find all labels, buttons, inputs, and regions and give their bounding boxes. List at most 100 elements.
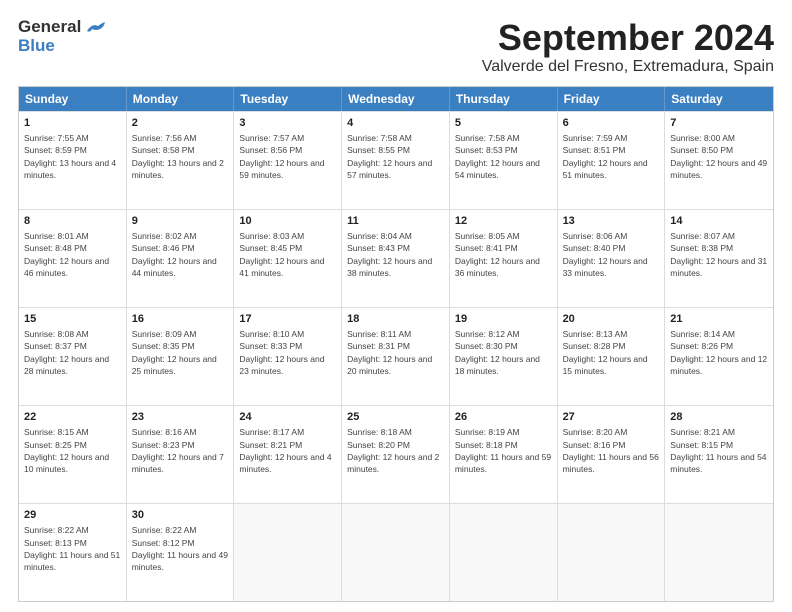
day-number: 26 xyxy=(455,410,552,425)
day-info: Sunrise: 8:15 AM Sunset: 8:25 PM Dayligh… xyxy=(24,426,121,475)
title-block: September 2024 Valverde del Fresno, Extr… xyxy=(482,18,774,76)
day-number: 3 xyxy=(239,116,336,131)
day-number: 28 xyxy=(670,410,768,425)
header-tuesday: Tuesday xyxy=(234,87,342,111)
day-number: 10 xyxy=(239,214,336,229)
day-cell: 26 Sunrise: 8:19 AM Sunset: 8:18 PM Dayl… xyxy=(450,406,558,503)
day-cell: 3 Sunrise: 7:57 AM Sunset: 8:56 PM Dayli… xyxy=(234,112,342,209)
day-cell xyxy=(450,504,558,601)
day-info: Sunrise: 8:02 AM Sunset: 8:46 PM Dayligh… xyxy=(132,230,229,279)
day-cell: 22 Sunrise: 8:15 AM Sunset: 8:25 PM Dayl… xyxy=(19,406,127,503)
day-cell: 24 Sunrise: 8:17 AM Sunset: 8:21 PM Dayl… xyxy=(234,406,342,503)
day-info: Sunrise: 8:14 AM Sunset: 8:26 PM Dayligh… xyxy=(670,328,768,377)
day-cell xyxy=(558,504,666,601)
day-cell: 4 Sunrise: 7:58 AM Sunset: 8:55 PM Dayli… xyxy=(342,112,450,209)
header: General Blue September 2024 Valverde del… xyxy=(18,18,774,76)
day-number: 16 xyxy=(132,312,229,327)
day-info: Sunrise: 8:04 AM Sunset: 8:43 PM Dayligh… xyxy=(347,230,444,279)
day-cell: 8 Sunrise: 8:01 AM Sunset: 8:48 PM Dayli… xyxy=(19,210,127,307)
day-info: Sunrise: 7:56 AM Sunset: 8:58 PM Dayligh… xyxy=(132,132,229,181)
day-info: Sunrise: 7:58 AM Sunset: 8:55 PM Dayligh… xyxy=(347,132,444,181)
week-row-3: 15 Sunrise: 8:08 AM Sunset: 8:37 PM Dayl… xyxy=(19,307,773,405)
day-number: 7 xyxy=(670,116,768,131)
day-info: Sunrise: 8:01 AM Sunset: 8:48 PM Dayligh… xyxy=(24,230,121,279)
day-info: Sunrise: 8:22 AM Sunset: 8:13 PM Dayligh… xyxy=(24,524,121,573)
day-cell: 30 Sunrise: 8:22 AM Sunset: 8:12 PM Dayl… xyxy=(127,504,235,601)
day-number: 4 xyxy=(347,116,444,131)
header-friday: Friday xyxy=(558,87,666,111)
week-row-4: 22 Sunrise: 8:15 AM Sunset: 8:25 PM Dayl… xyxy=(19,405,773,503)
day-number: 13 xyxy=(563,214,660,229)
day-info: Sunrise: 8:21 AM Sunset: 8:15 PM Dayligh… xyxy=(670,426,768,475)
day-info: Sunrise: 8:18 AM Sunset: 8:20 PM Dayligh… xyxy=(347,426,444,475)
day-info: Sunrise: 8:00 AM Sunset: 8:50 PM Dayligh… xyxy=(670,132,768,181)
day-number: 20 xyxy=(563,312,660,327)
page-title: September 2024 xyxy=(482,18,774,58)
day-info: Sunrise: 7:59 AM Sunset: 8:51 PM Dayligh… xyxy=(563,132,660,181)
day-cell: 6 Sunrise: 7:59 AM Sunset: 8:51 PM Dayli… xyxy=(558,112,666,209)
day-cell: 10 Sunrise: 8:03 AM Sunset: 8:45 PM Dayl… xyxy=(234,210,342,307)
calendar-body: 1 Sunrise: 7:55 AM Sunset: 8:59 PM Dayli… xyxy=(19,111,773,601)
day-info: Sunrise: 8:07 AM Sunset: 8:38 PM Dayligh… xyxy=(670,230,768,279)
header-saturday: Saturday xyxy=(665,87,773,111)
day-number: 18 xyxy=(347,312,444,327)
day-cell xyxy=(665,504,773,601)
page-subtitle: Valverde del Fresno, Extremadura, Spain xyxy=(482,58,774,76)
week-row-5: 29 Sunrise: 8:22 AM Sunset: 8:13 PM Dayl… xyxy=(19,503,773,601)
day-info: Sunrise: 7:57 AM Sunset: 8:56 PM Dayligh… xyxy=(239,132,336,181)
day-cell: 11 Sunrise: 8:04 AM Sunset: 8:43 PM Dayl… xyxy=(342,210,450,307)
day-number: 5 xyxy=(455,116,552,131)
day-info: Sunrise: 7:55 AM Sunset: 8:59 PM Dayligh… xyxy=(24,132,121,181)
day-cell: 2 Sunrise: 7:56 AM Sunset: 8:58 PM Dayli… xyxy=(127,112,235,209)
week-row-2: 8 Sunrise: 8:01 AM Sunset: 8:48 PM Dayli… xyxy=(19,209,773,307)
day-number: 12 xyxy=(455,214,552,229)
day-cell: 14 Sunrise: 8:07 AM Sunset: 8:38 PM Dayl… xyxy=(665,210,773,307)
day-info: Sunrise: 8:19 AM Sunset: 8:18 PM Dayligh… xyxy=(455,426,552,475)
day-number: 21 xyxy=(670,312,768,327)
day-cell: 25 Sunrise: 8:18 AM Sunset: 8:20 PM Dayl… xyxy=(342,406,450,503)
day-number: 23 xyxy=(132,410,229,425)
day-info: Sunrise: 8:16 AM Sunset: 8:23 PM Dayligh… xyxy=(132,426,229,475)
day-cell: 9 Sunrise: 8:02 AM Sunset: 8:46 PM Dayli… xyxy=(127,210,235,307)
day-cell: 27 Sunrise: 8:20 AM Sunset: 8:16 PM Dayl… xyxy=(558,406,666,503)
day-number: 1 xyxy=(24,116,121,131)
day-cell: 17 Sunrise: 8:10 AM Sunset: 8:33 PM Dayl… xyxy=(234,308,342,405)
day-cell: 18 Sunrise: 8:11 AM Sunset: 8:31 PM Dayl… xyxy=(342,308,450,405)
day-cell: 23 Sunrise: 8:16 AM Sunset: 8:23 PM Dayl… xyxy=(127,406,235,503)
day-info: Sunrise: 8:17 AM Sunset: 8:21 PM Dayligh… xyxy=(239,426,336,475)
day-number: 15 xyxy=(24,312,121,327)
calendar: Sunday Monday Tuesday Wednesday Thursday… xyxy=(18,86,774,602)
day-info: Sunrise: 8:11 AM Sunset: 8:31 PM Dayligh… xyxy=(347,328,444,377)
day-cell xyxy=(234,504,342,601)
day-cell: 21 Sunrise: 8:14 AM Sunset: 8:26 PM Dayl… xyxy=(665,308,773,405)
day-cell: 7 Sunrise: 8:00 AM Sunset: 8:50 PM Dayli… xyxy=(665,112,773,209)
day-cell: 1 Sunrise: 7:55 AM Sunset: 8:59 PM Dayli… xyxy=(19,112,127,209)
day-cell: 20 Sunrise: 8:13 AM Sunset: 8:28 PM Dayl… xyxy=(558,308,666,405)
day-number: 6 xyxy=(563,116,660,131)
day-info: Sunrise: 8:10 AM Sunset: 8:33 PM Dayligh… xyxy=(239,328,336,377)
day-number: 19 xyxy=(455,312,552,327)
day-number: 8 xyxy=(24,214,121,229)
day-number: 27 xyxy=(563,410,660,425)
day-number: 25 xyxy=(347,410,444,425)
day-number: 29 xyxy=(24,508,121,523)
day-number: 17 xyxy=(239,312,336,327)
day-cell: 13 Sunrise: 8:06 AM Sunset: 8:40 PM Dayl… xyxy=(558,210,666,307)
day-number: 11 xyxy=(347,214,444,229)
day-cell: 15 Sunrise: 8:08 AM Sunset: 8:37 PM Dayl… xyxy=(19,308,127,405)
day-number: 2 xyxy=(132,116,229,131)
header-sunday: Sunday xyxy=(19,87,127,111)
day-cell: 19 Sunrise: 8:12 AM Sunset: 8:30 PM Dayl… xyxy=(450,308,558,405)
day-info: Sunrise: 8:03 AM Sunset: 8:45 PM Dayligh… xyxy=(239,230,336,279)
day-info: Sunrise: 7:58 AM Sunset: 8:53 PM Dayligh… xyxy=(455,132,552,181)
page: General Blue September 2024 Valverde del… xyxy=(0,0,792,612)
day-info: Sunrise: 8:06 AM Sunset: 8:40 PM Dayligh… xyxy=(563,230,660,279)
day-cell: 16 Sunrise: 8:09 AM Sunset: 8:35 PM Dayl… xyxy=(127,308,235,405)
day-cell: 5 Sunrise: 7:58 AM Sunset: 8:53 PM Dayli… xyxy=(450,112,558,209)
day-cell: 28 Sunrise: 8:21 AM Sunset: 8:15 PM Dayl… xyxy=(665,406,773,503)
day-cell: 12 Sunrise: 8:05 AM Sunset: 8:41 PM Dayl… xyxy=(450,210,558,307)
day-info: Sunrise: 8:20 AM Sunset: 8:16 PM Dayligh… xyxy=(563,426,660,475)
calendar-header: Sunday Monday Tuesday Wednesday Thursday… xyxy=(19,87,773,111)
day-number: 22 xyxy=(24,410,121,425)
logo: General Blue xyxy=(18,18,106,55)
